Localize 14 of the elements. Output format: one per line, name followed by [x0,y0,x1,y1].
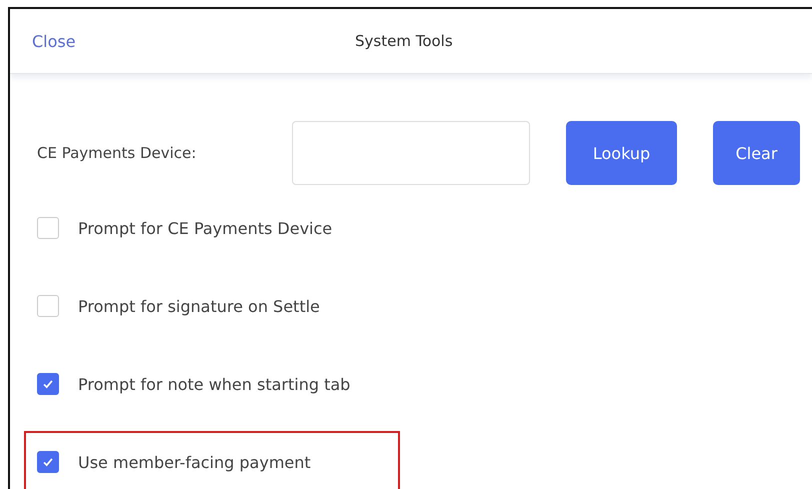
field-label: CE Payments Device: [37,144,198,162]
device-input-field[interactable] [292,121,530,185]
option-label: Prompt for note when starting tab [78,374,350,394]
option-label: Use member-facing payment [78,452,311,472]
dialog-title: System Tools [355,32,453,50]
close-link[interactable]: Close [32,32,76,50]
checkbox[interactable] [37,451,59,473]
option-label: Prompt for CE Payments Device [78,218,332,238]
checkbox[interactable] [37,295,59,317]
checkbox[interactable] [37,373,59,395]
clear-button[interactable]: Clear [713,121,800,185]
lookup-button[interactable]: Lookup [566,121,677,185]
checkbox[interactable] [37,217,59,239]
option-label: Prompt for signature on Settle [78,296,320,316]
